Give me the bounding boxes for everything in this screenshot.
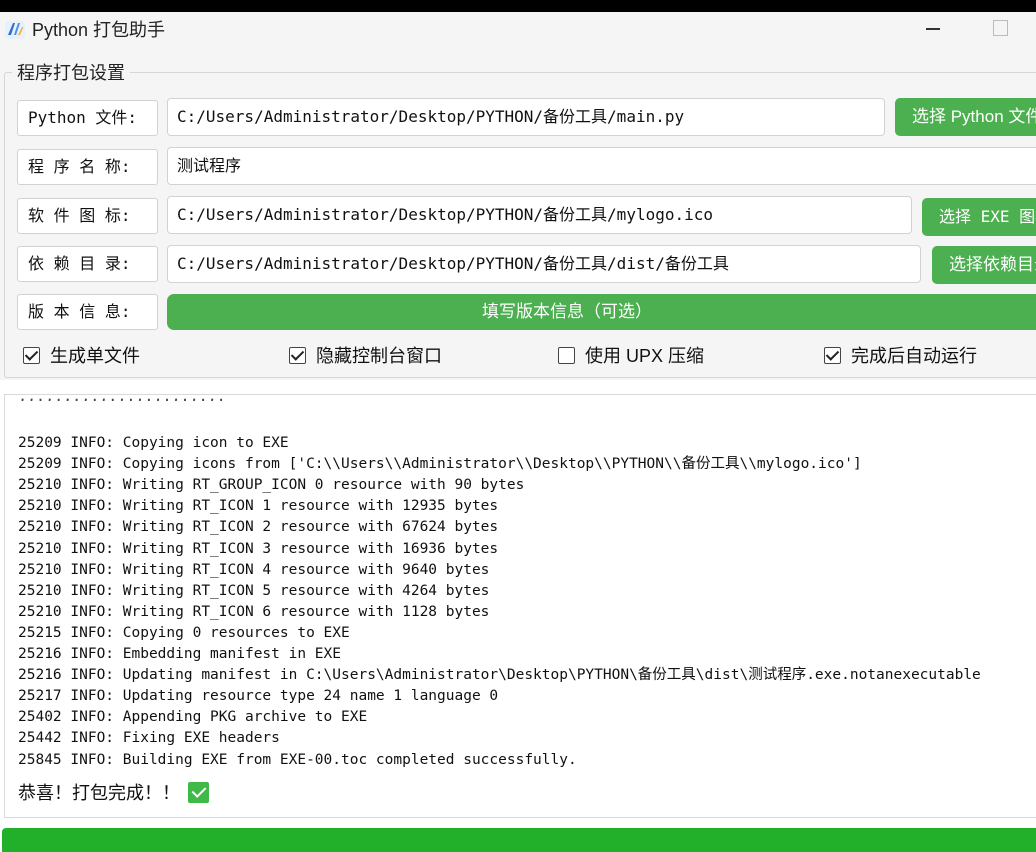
- settings-group-title: 程序打包设置: [12, 62, 130, 84]
- program-name-label: 程 序 名 称:: [17, 149, 158, 185]
- checkbox-onefile[interactable]: [23, 346, 40, 364]
- log-line: 25210 INFO: Writing RT_ICON 1 resource w…: [18, 498, 499, 515]
- log-line: 25209 INFO: Copying icons from ['C:\\Use…: [18, 456, 862, 473]
- log-line: 25216 INFO: Updating manifest in C:\User…: [18, 667, 981, 684]
- log-line: 25210 INFO: Writing RT_ICON 6 resource w…: [18, 603, 490, 620]
- option-upx-label: 使用 UPX 压缩: [585, 346, 705, 366]
- select-dependency-dir-button[interactable]: 选择依赖目录: [932, 246, 1036, 284]
- select-exe-icon-button[interactable]: 选择 EXE 图标: [922, 198, 1036, 236]
- log-line: 25216 INFO: Embedding manifest in EXE: [18, 646, 342, 663]
- success-message: 恭喜！打包完成！！: [18, 783, 180, 803]
- option-onefile-label: 生成单文件: [50, 346, 140, 366]
- log-line: 25210 INFO: Writing RT_ICON 3 resource w…: [18, 540, 499, 557]
- log-line: 25442 INFO: Fixing EXE headers: [18, 730, 280, 747]
- dependency-dir-label: 依 赖 目 录:: [17, 246, 158, 282]
- title-bar: Python 打包助手: [0, 12, 1036, 48]
- select-python-file-button[interactable]: 选择 Python 文件: [895, 98, 1036, 136]
- log-line: 25209 INFO: Copying icon to EXE: [18, 435, 289, 452]
- log-line: 25215 INFO: Copying 0 resources to EXE: [18, 624, 350, 641]
- python-file-label: Python 文件:: [17, 100, 158, 136]
- option-upx[interactable]: 使用 UPX 压缩: [558, 344, 704, 366]
- log-output[interactable]: ,,.,.,.,.,.,.,.,.,.,.,. 25209 INFO: Copy…: [4, 394, 1036, 818]
- option-autorun-label: 完成后自动运行: [851, 346, 977, 366]
- maximize-icon[interactable]: [988, 16, 1012, 40]
- version-info-button[interactable]: 填写版本信息（可选）: [167, 294, 1036, 330]
- log-line: 25217 INFO: Updating resource type 24 na…: [18, 688, 499, 705]
- version-info-label: 版 本 信 息:: [17, 294, 158, 330]
- log-line: 25402 INFO: Appending PKG archive to EXE: [18, 709, 368, 726]
- icon-file-label: 软 件 图 标:: [17, 198, 158, 234]
- log-line: 25210 INFO: Writing RT_GROUP_ICON 0 reso…: [18, 477, 525, 494]
- success-message-row: 恭喜！打包完成！！: [18, 779, 209, 805]
- window-title: Python 打包助手: [32, 20, 166, 40]
- checkbox-upx[interactable]: [558, 346, 575, 364]
- log-line: 25210 INFO: Writing RT_ICON 2 resource w…: [18, 519, 499, 536]
- log-lines: 25209 INFO: Copying icon to EXE 25209 INF…: [18, 412, 981, 813]
- log-line: 25845 INFO: Building EXE from EXE-00.toc…: [18, 751, 577, 768]
- checkbox-hide-console[interactable]: [289, 346, 306, 364]
- log-scrolled-line: ,,.,.,.,.,.,.,.,.,.,.,.: [18, 395, 226, 401]
- minimize-icon[interactable]: [922, 16, 946, 40]
- dependency-dir-input[interactable]: C:/Users/Administrator/Desktop/PYTHON/备份…: [167, 245, 921, 283]
- program-name-input[interactable]: 测试程序: [167, 147, 1036, 185]
- option-autorun[interactable]: 完成后自动运行: [824, 344, 977, 366]
- app-logo-icon: [5, 21, 25, 39]
- screen-top-edge: [0, 0, 1036, 12]
- checkbox-autorun[interactable]: [824, 346, 841, 364]
- progress-bar: [2, 828, 1036, 852]
- option-hide-console-label: 隐藏控制台窗口: [316, 346, 442, 366]
- icon-file-input[interactable]: C:/Users/Administrator/Desktop/PYTHON/备份…: [167, 196, 912, 234]
- check-mark-icon: [188, 781, 209, 803]
- log-line: 25210 INFO: Writing RT_ICON 5 resource w…: [18, 582, 490, 599]
- option-hide-console[interactable]: 隐藏控制台窗口: [289, 344, 442, 366]
- python-file-input[interactable]: C:/Users/Administrator/Desktop/PYTHON/备份…: [167, 98, 885, 136]
- option-onefile[interactable]: 生成单文件: [23, 344, 140, 366]
- log-line: 25210 INFO: Writing RT_ICON 4 resource w…: [18, 561, 490, 578]
